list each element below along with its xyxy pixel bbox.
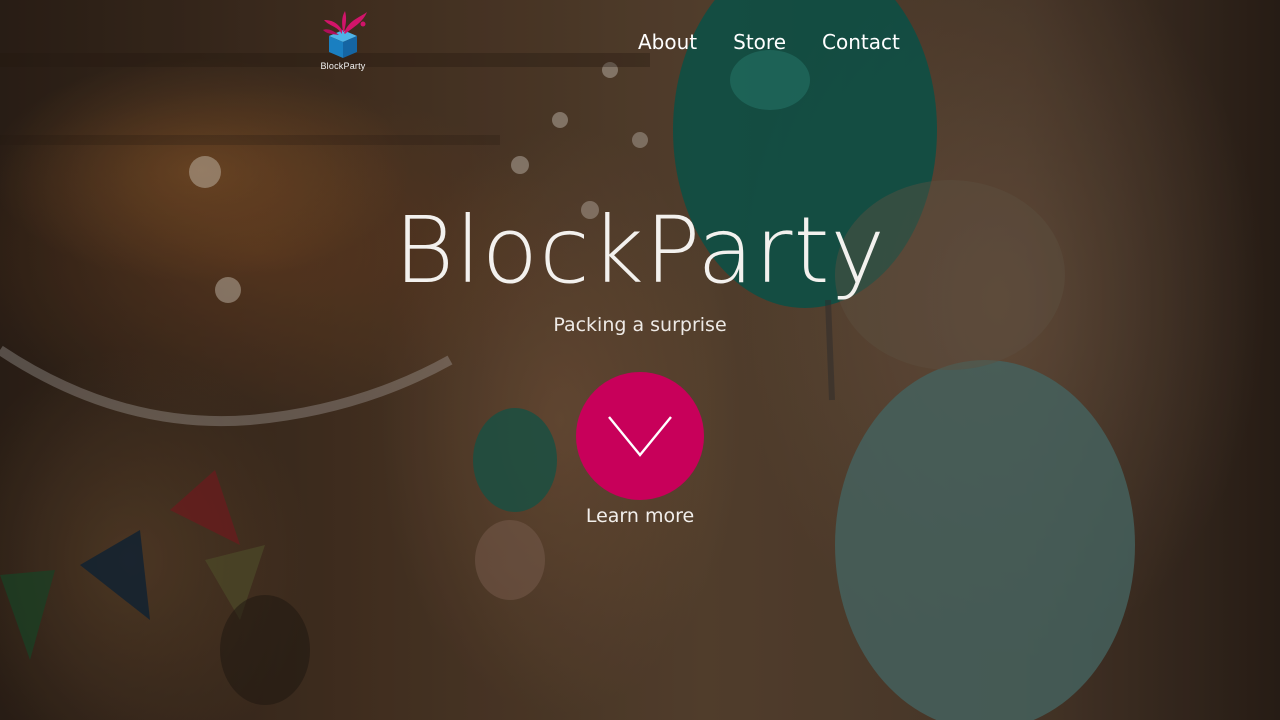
gift-box-splash-icon (323, 11, 367, 58)
background-overlay (0, 0, 1280, 720)
logo-text: BlockParty (320, 61, 366, 71)
hero-section: BlockParty About Store Contact BlockPart… (0, 0, 1280, 720)
hero-title: BlockParty (393, 197, 886, 304)
nav-link-contact[interactable]: Contact (822, 28, 900, 56)
main-nav: About Store Contact (620, 28, 918, 56)
learn-more-button[interactable] (576, 372, 704, 500)
nav-link-about[interactable]: About (638, 28, 697, 56)
brand-logo[interactable]: BlockParty (314, 8, 372, 72)
hero-subtitle: Packing a surprise (553, 314, 727, 336)
chevron-down-icon (608, 416, 672, 457)
nav-link-store[interactable]: Store (733, 28, 786, 56)
learn-more-link[interactable]: Learn more (0, 502, 1280, 530)
